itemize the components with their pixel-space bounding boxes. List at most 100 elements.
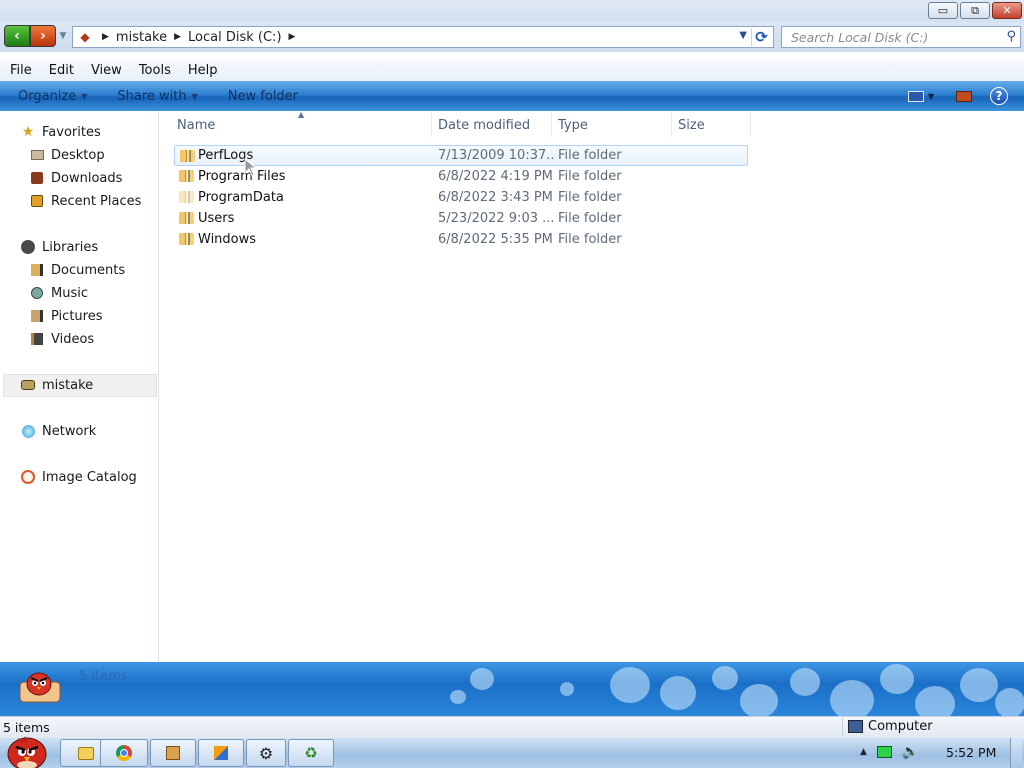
chevron-right-icon[interactable]: ▶ — [174, 32, 181, 42]
nav-item-videos[interactable]: Videos — [29, 328, 94, 350]
breadcrumb-local-disk[interactable]: Local Disk (C:) — [188, 30, 281, 45]
file-name: Windows — [198, 232, 257, 247]
organize-button[interactable]: Organize ▼ — [18, 89, 87, 104]
taskbar-package-button[interactable] — [150, 739, 196, 767]
history-buttons: ‹ › ▼ — [4, 25, 69, 47]
menu-help[interactable]: Help — [178, 63, 225, 78]
status-divider — [842, 718, 843, 737]
share-with-button[interactable]: Share with ▼ — [117, 89, 197, 104]
videos-icon — [29, 332, 45, 346]
background-decoration — [880, 664, 914, 694]
recycle-icon: ♻ — [304, 744, 318, 762]
app-icon — [214, 746, 228, 760]
downloads-icon — [29, 171, 45, 185]
volume-icon[interactable]: 🔈 — [902, 744, 919, 760]
help-icon[interactable]: ? — [990, 87, 1008, 105]
address-bar[interactable]: ◆ ▶ mistake ▶ Local Disk (C:) ▶ ▼ ⟳ — [72, 26, 774, 48]
nav-favorites[interactable]: ★ Favorites — [20, 121, 101, 143]
explorer-window: ▭ ⧉ ✕ ‹ › ▼ ◆ ▶ mistake ▶ Local Disk (C:… — [0, 0, 1024, 768]
taskbar-chrome-button[interactable] — [100, 739, 148, 767]
file-row-windows[interactable]: Windows 6/8/2022 5:35 PM File folder — [174, 229, 748, 250]
column-header-date[interactable]: Date modified — [432, 111, 551, 139]
change-view-icon[interactable] — [907, 90, 924, 102]
documents-icon — [29, 263, 45, 277]
taskbar-settings-button[interactable]: ⚙ — [246, 739, 286, 767]
start-button[interactable] — [0, 730, 52, 768]
show-hidden-icons-icon[interactable]: ▲ — [860, 747, 867, 757]
menu-tools[interactable]: Tools — [129, 63, 178, 78]
music-icon — [29, 286, 45, 300]
folder-icon — [179, 233, 194, 245]
column-header-type[interactable]: Type — [552, 111, 671, 139]
new-folder-button[interactable]: New folder — [228, 89, 298, 104]
chevron-right-icon[interactable]: ▶ — [289, 32, 296, 42]
taskbar-app-button[interactable] — [198, 739, 244, 767]
menu-file[interactable]: File — [0, 63, 39, 78]
nav-homegroup[interactable]: mistake — [20, 374, 93, 396]
search-icon[interactable]: ⚲ — [1006, 29, 1016, 44]
close-button[interactable]: ✕ — [992, 2, 1022, 19]
nav-item-pictures[interactable]: Pictures — [29, 305, 102, 327]
preview-pane-icon[interactable] — [956, 90, 972, 102]
nav-label: Favorites — [42, 124, 101, 140]
address-dropdown-icon[interactable]: ▼ — [739, 30, 747, 41]
mouse-cursor — [244, 158, 258, 177]
maximize-button[interactable]: ⧉ — [960, 2, 990, 19]
network-status-icon[interactable] — [876, 746, 892, 758]
column-header-size[interactable]: Size — [672, 111, 750, 139]
chevron-right-icon[interactable]: ▶ — [102, 32, 109, 42]
file-row-users[interactable]: Users 5/23/2022 9:03 ... File folder — [174, 208, 748, 229]
folder-icon — [179, 212, 194, 224]
navigation-row: ‹ › ▼ ◆ ▶ mistake ▶ Local Disk (C:) ▶ ▼ … — [0, 22, 1024, 52]
file-row-programdata[interactable]: ProgramData 6/8/2022 3:43 PM File folder — [174, 187, 748, 208]
minimize-button[interactable]: ▭ — [928, 2, 958, 19]
taskbar-recycle-button[interactable]: ♻ — [288, 739, 334, 767]
command-bar-right: ▼ ? — [907, 81, 1024, 111]
background-decoration — [660, 676, 696, 710]
window-controls: ▭ ⧉ ✕ — [928, 2, 1022, 19]
search-input[interactable] — [791, 29, 1001, 45]
nav-image-catalog[interactable]: Image Catalog — [20, 466, 137, 488]
nav-item-recent-places[interactable]: Recent Places — [29, 190, 141, 212]
nav-item-music[interactable]: Music — [29, 282, 88, 304]
search-box[interactable]: ⚲ — [781, 26, 1021, 48]
arrow-right-icon: › — [40, 28, 46, 44]
menu-edit[interactable]: Edit — [39, 63, 81, 78]
chevron-down-icon[interactable]: ▼ — [928, 92, 934, 101]
column-label: Date modified — [438, 117, 531, 133]
forward-button[interactable]: › — [30, 25, 56, 47]
nav-item-documents[interactable]: Documents — [29, 259, 125, 281]
file-row-program-files[interactable]: Program Files 6/8/2022 4:19 PM File fold… — [174, 166, 748, 187]
nav-label: Music — [51, 285, 88, 301]
file-type: File folder — [558, 190, 622, 205]
nav-network[interactable]: Network — [20, 420, 96, 442]
taskbar-clock[interactable]: 5:52 PM — [946, 745, 996, 760]
background-decoration — [610, 667, 650, 703]
file-name: Users — [198, 211, 235, 226]
column-label: Type — [558, 117, 588, 133]
nav-libraries[interactable]: Libraries — [20, 236, 98, 258]
status-location: Computer — [848, 719, 933, 734]
nav-item-desktop[interactable]: Desktop — [29, 144, 105, 166]
file-date: 6/8/2022 5:35 PM — [438, 232, 553, 247]
column-divider[interactable] — [750, 113, 751, 137]
back-button[interactable]: ‹ — [4, 25, 30, 47]
new-folder-label: New folder — [227, 88, 299, 104]
folder-icon — [180, 150, 195, 162]
column-header-name[interactable]: Name — [171, 111, 431, 139]
nav-label: Documents — [51, 262, 126, 278]
nav-label: Recent Places — [51, 193, 142, 209]
nav-item-downloads[interactable]: Downloads — [29, 167, 122, 189]
menu-view[interactable]: View — [81, 63, 129, 78]
breadcrumb-mistake[interactable]: mistake — [116, 30, 167, 45]
command-bar: Organize ▼ Share with ▼ New folder ▼ ? — [0, 81, 1024, 111]
refresh-icon[interactable]: ⟳ — [751, 28, 771, 46]
recent-pages-dropdown[interactable]: ▼ — [57, 31, 69, 41]
background-decoration — [450, 690, 466, 704]
network-icon — [20, 424, 36, 438]
share-with-label: Share with — [117, 88, 187, 104]
file-type: File folder — [558, 148, 622, 163]
details-pane: 5 items — [0, 662, 1024, 716]
file-row-perflogs[interactable]: PerfLogs 7/13/2009 10:37... File folder — [174, 145, 748, 166]
show-desktop-button[interactable] — [1010, 738, 1022, 768]
